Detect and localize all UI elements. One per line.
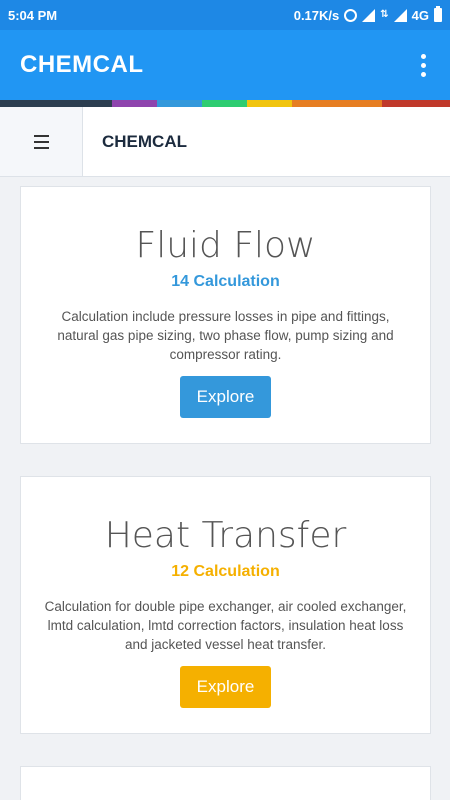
app-title: CHEMCAL: [20, 51, 144, 78]
status-time: 5:04 PM: [8, 7, 58, 23]
network-type: 4G: [411, 7, 429, 23]
explore-button[interactable]: Explore: [180, 376, 271, 418]
color-strip-segment: [0, 100, 112, 107]
more-vert-icon[interactable]: [417, 50, 430, 81]
card-title: Fluid Flow: [135, 225, 316, 266]
status-right: 0.17K/s ⇅ 4G: [293, 6, 442, 23]
card-title: Heat Transfer: [104, 515, 347, 556]
card-count: 12 Calculation: [171, 563, 280, 580]
nav-bar: CHEMCAL: [0, 107, 450, 177]
color-strip-segment: [157, 100, 202, 107]
network-speed: 0.17K/s: [293, 7, 340, 23]
hamburger-button[interactable]: [0, 107, 83, 176]
data-arrows-icon: ⇅: [380, 9, 389, 20]
color-strip-segment: [202, 100, 247, 107]
card-description: Calculation for double pipe exchanger, a…: [44, 599, 407, 652]
status-bar: 5:04 PM 0.17K/s ⇅ 4G: [0, 0, 450, 30]
card-heat-transfer: Heat Transfer 12 Calculation Calculation…: [20, 476, 431, 734]
signal-icon: [393, 8, 407, 22]
alarm-icon: [344, 8, 358, 22]
nav-title: CHEMCAL: [102, 131, 187, 151]
explore-button[interactable]: Explore: [180, 666, 271, 708]
color-strip: [0, 100, 450, 107]
color-strip-segment: [112, 100, 157, 107]
color-strip-segment: [247, 100, 292, 107]
hamburger-icon: [33, 134, 49, 149]
color-strip-segment: [382, 100, 450, 107]
card-partial: [20, 766, 431, 800]
card-fluid-flow: Fluid Flow 14 Calculation Calculation in…: [20, 186, 431, 444]
battery-icon: [434, 6, 442, 22]
card-description: Calculation include pressure losses in p…: [57, 309, 394, 362]
signal-icon: [362, 8, 376, 22]
color-strip-segment: [292, 100, 382, 107]
app-bar: CHEMCAL: [0, 30, 450, 100]
card-count: 14 Calculation: [171, 273, 280, 290]
